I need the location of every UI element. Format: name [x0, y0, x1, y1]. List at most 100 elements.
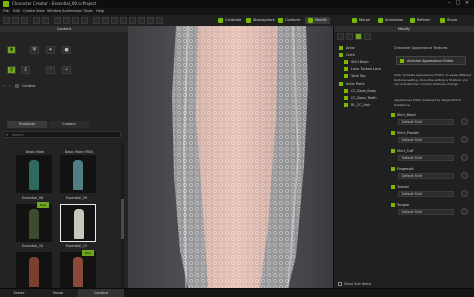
breadcrumb[interactable]: Content: [22, 84, 36, 88]
tree-checkbox[interactable]: [339, 53, 343, 57]
tree-checkbox[interactable]: [339, 82, 343, 86]
xray-icon[interactable]: [156, 17, 163, 24]
show-sub-items-checkbox[interactable]: [338, 282, 342, 286]
tree-checkbox[interactable]: [344, 60, 348, 64]
calibrate-button[interactable]: Calibrate: [218, 17, 241, 24]
property-checkbox[interactable]: [391, 167, 395, 171]
close-icon[interactable]: ×: [464, 1, 470, 6]
body-category-icon[interactable]: ♀: [7, 66, 16, 74]
content-thumbnail[interactable]: [16, 204, 52, 242]
view-icon[interactable]: [120, 17, 127, 24]
character-category-icon[interactable]: ♦: [7, 46, 16, 54]
tree-checkbox[interactable]: [344, 67, 348, 71]
maximize-icon[interactable]: □: [455, 1, 461, 6]
tree-item[interactable]: Actor Parts: [346, 82, 364, 86]
outfit-category-icon[interactable]: ✦: [46, 46, 55, 54]
property-dropdown[interactable]: Default Shirt: [398, 137, 454, 143]
scale-icon[interactable]: [81, 17, 88, 24]
content-thumbnail[interactable]: [16, 155, 52, 193]
attributes-tab-icon[interactable]: [337, 33, 344, 40]
property-dropdown[interactable]: Default Shirt: [398, 155, 454, 161]
accessory-category-icon[interactable]: ●: [62, 46, 71, 54]
animation-button[interactable]: Animation: [378, 17, 403, 24]
rotate-icon[interactable]: [72, 17, 79, 24]
3d-viewport[interactable]: [128, 26, 333, 288]
tab-template[interactable]: Template: [7, 121, 47, 128]
menu-submission-tools[interactable]: Submission Tools: [62, 9, 93, 13]
tree-item[interactable]: Cloth: [346, 53, 355, 57]
camera-icon[interactable]: [93, 17, 100, 24]
viewport-render[interactable]: [128, 26, 333, 288]
property-dropdown[interactable]: Default Shirt: [398, 173, 454, 179]
property-reset-icon[interactable]: [461, 172, 468, 179]
tree-checkbox[interactable]: [344, 96, 348, 100]
morph-button[interactable]: Morph: [352, 17, 370, 24]
property-reset-icon[interactable]: [461, 136, 468, 143]
pose-category-icon[interactable]: ↕: [21, 66, 30, 74]
undo-icon[interactable]: [33, 17, 40, 24]
scene-category-icon[interactable]: ✧: [62, 66, 71, 74]
tree-item[interactable]: Tank Top: [351, 74, 366, 78]
texture-tab-icon[interactable]: [364, 33, 371, 40]
content-thumbnail[interactable]: [16, 252, 52, 290]
content-thumbnail[interactable]: [60, 204, 96, 242]
tab-custom[interactable]: Custom: [49, 121, 89, 128]
hair-category-icon[interactable]: Ψ: [30, 46, 39, 54]
render-icon[interactable]: [111, 17, 118, 24]
grid-icon[interactable]: [129, 17, 136, 24]
tree-checkbox[interactable]: [344, 103, 348, 107]
property-checkbox[interactable]: [391, 149, 395, 153]
property-reset-icon[interactable]: [461, 208, 468, 215]
tree-item[interactable]: Actor: [346, 46, 355, 50]
content-thumbnail[interactable]: [60, 252, 96, 290]
property-reset-icon[interactable]: [461, 118, 468, 125]
redo-icon[interactable]: [42, 17, 49, 24]
modify-button[interactable]: Modify: [305, 17, 330, 24]
tree-item[interactable]: CC_Base_Body: [351, 89, 376, 93]
move-icon[interactable]: [63, 17, 70, 24]
select-icon[interactable]: [54, 17, 61, 24]
property-dropdown[interactable]: Default Shirt: [398, 191, 454, 197]
tree-item[interactable]: CC_Base_Teeth: [351, 96, 377, 100]
property-reset-icon[interactable]: [461, 190, 468, 197]
property-reset-icon[interactable]: [461, 154, 468, 161]
home-icon[interactable]: [15, 84, 19, 88]
menu-view[interactable]: View: [36, 9, 45, 13]
open-project-icon[interactable]: [12, 17, 19, 24]
menu-create[interactable]: Create: [23, 9, 35, 13]
back-icon[interactable]: ‹: [3, 84, 7, 88]
save-icon[interactable]: [21, 17, 28, 24]
property-dropdown[interactable]: Default Shirt: [398, 209, 454, 215]
tree-item[interactable]: Shirt Basic: [351, 60, 369, 64]
atmosphere-button[interactable]: Atmosphere: [246, 17, 275, 24]
tree-item[interactable]: Lona Tucked Lace: [351, 67, 381, 71]
share-button[interactable]: Share: [440, 17, 457, 24]
menu-help[interactable]: Help: [96, 9, 104, 13]
property-dropdown[interactable]: Default Shirt: [398, 119, 454, 125]
menu-edit[interactable]: Edit: [13, 9, 20, 13]
morph-tab-icon[interactable]: [346, 33, 353, 40]
tree-item[interactable]: RL_CC_Hair: [351, 103, 370, 107]
menu-window[interactable]: Window: [47, 9, 61, 13]
tree-checkbox[interactable]: [339, 46, 343, 50]
refresh-button[interactable]: Refresh: [410, 17, 431, 24]
tree-checkbox[interactable]: [344, 89, 348, 93]
light-icon[interactable]: [102, 17, 109, 24]
property-checkbox[interactable]: [391, 131, 395, 135]
property-checkbox[interactable]: [391, 203, 395, 207]
wire-icon[interactable]: [147, 17, 154, 24]
property-checkbox[interactable]: [391, 113, 395, 117]
scrollbar-thumb[interactable]: [121, 199, 124, 239]
conform-button[interactable]: Conform: [278, 17, 300, 24]
content-thumbnail[interactable]: [60, 155, 96, 193]
content-scrollbar[interactable]: [121, 144, 124, 289]
property-checkbox[interactable]: [391, 185, 395, 189]
search-input[interactable]: ⌕ Search: [3, 131, 121, 138]
activate-appearance-editor-button[interactable]: Activate Appearance Editor: [396, 56, 466, 65]
menu-file[interactable]: File: [3, 9, 9, 13]
new-project-icon[interactable]: [3, 17, 10, 24]
frame-icon[interactable]: [138, 17, 145, 24]
forward-icon[interactable]: ›: [9, 84, 13, 88]
tree-checkbox[interactable]: [344, 74, 348, 78]
motion-category-icon[interactable]: ⁖: [46, 66, 55, 74]
